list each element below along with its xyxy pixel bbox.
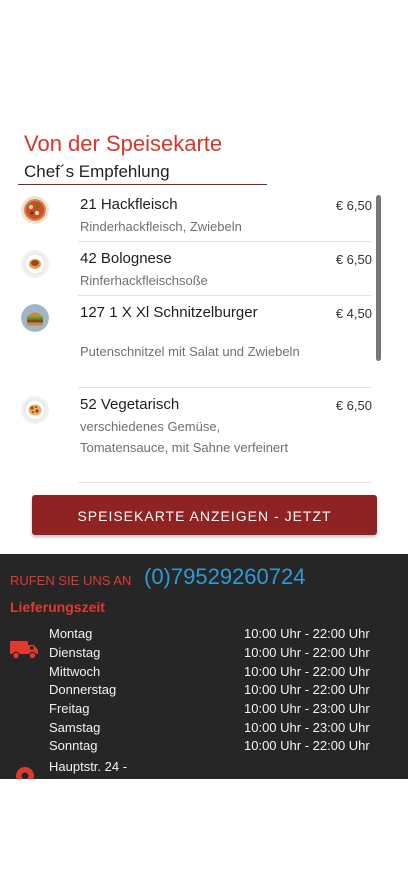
menu-item-price: € 6,50 [335,398,372,413]
day-label: Dienstag [49,645,101,660]
time-range: 10:00 Uhr - 23:00 Uhr [244,720,370,735]
pasta-bolognese-image [21,250,49,278]
day-label: Sonntag [49,738,98,753]
time-range: 10:00 Uhr - 23:00 Uhr [244,701,370,716]
day-label: Donnerstag [49,682,117,697]
menu-item[interactable]: 42 Bolognese € 6,50 Rinferhackfleischsoß… [0,242,372,296]
menu-item[interactable]: 52 Vegetarisch € 6,50 verschiedenes Gemü… [0,388,372,486]
day-label: Montag [49,626,93,641]
hours-row: Montag 10:00 Uhr - 22:00 Uhr [0,626,408,644]
menu-item-name: 127 1 X Xl Schnitzelburger [80,304,258,321]
menu-item-name: 52 Vegetarisch [80,396,180,413]
hours-row: Mittwoch 10:00 Uhr - 22:00 Uhr [0,664,408,682]
section-subtitle: Chef´s Empfehlung [24,162,170,181]
hours-row: Sonntag 10:00 Uhr - 22:00 Uhr [0,738,408,756]
menu-item-description: verschiedenes Gemüse, Tomatensauce, mit … [80,419,289,455]
pizza-image [21,196,49,224]
address-street: Hauptstr. 24 - [49,759,128,774]
menu-scrollbar[interactable] [376,195,381,361]
call-us-label: RUFEN SIE UNS AN [10,573,132,588]
hours-row: Donnerstag 10:00 Uhr - 22:00 Uhr [0,682,408,700]
vegetarian-pasta-image [21,396,49,424]
menu-item-description: Rinderhackfleisch, Zwiebeln [80,219,242,234]
time-range: 10:00 Uhr - 22:00 Uhr [244,682,370,697]
menu-item-name: 42 Bolognese [80,250,172,267]
menu-item-price: € 4,50 [335,306,372,321]
time-range: 10:00 Uhr - 22:00 Uhr [244,738,370,753]
menu-item-name: 21 Hackfleisch [80,196,178,213]
menu-item-price: € 6,50 [335,252,372,267]
item-divider [78,482,372,483]
menu-item-description: Rinferhackfleischsoße [80,273,208,288]
show-menu-button[interactable]: SPEISEKARTE ANZEIGEN - JETZT [32,495,377,535]
section-title: Von der Speisekarte [24,131,223,156]
hours-row: Dienstag 10:00 Uhr - 22:00 Uhr [0,645,408,663]
burger-image [21,304,49,332]
phone-number-link[interactable]: (0)79529260724 [144,564,305,590]
time-range: 10:00 Uhr - 22:00 Uhr [244,626,370,641]
menu-list[interactable]: 21 Hackfleisch € 6,50 Rinderhackfleisch,… [0,188,408,486]
menu-item-description: Putenschnitzel mit Salat und Zwiebeln [80,344,300,359]
menu-item-price: € 6,50 [335,198,372,213]
location-pin-icon [16,767,34,779]
menu-item[interactable]: 127 1 X Xl Schnitzelburger € 4,50 Putens… [0,296,372,388]
day-label: Samstag [49,720,101,735]
hours-row: Samstag 10:00 Uhr - 23:00 Uhr [0,720,408,738]
day-label: Freitag [49,701,90,716]
time-range: 10:00 Uhr - 22:00 Uhr [244,664,370,679]
hours-row: Freitag 10:00 Uhr - 23:00 Uhr [0,701,408,719]
menu-item[interactable]: 21 Hackfleisch € 6,50 Rinderhackfleisch,… [0,188,372,242]
day-label: Mittwoch [49,664,101,679]
subtitle-underline [18,184,267,185]
time-range: 10:00 Uhr - 22:00 Uhr [244,645,370,660]
info-footer: RUFEN SIE UNS AN (0)79529260724 Lieferun… [0,554,408,779]
delivery-hours-title: Lieferungszeit [10,599,105,615]
